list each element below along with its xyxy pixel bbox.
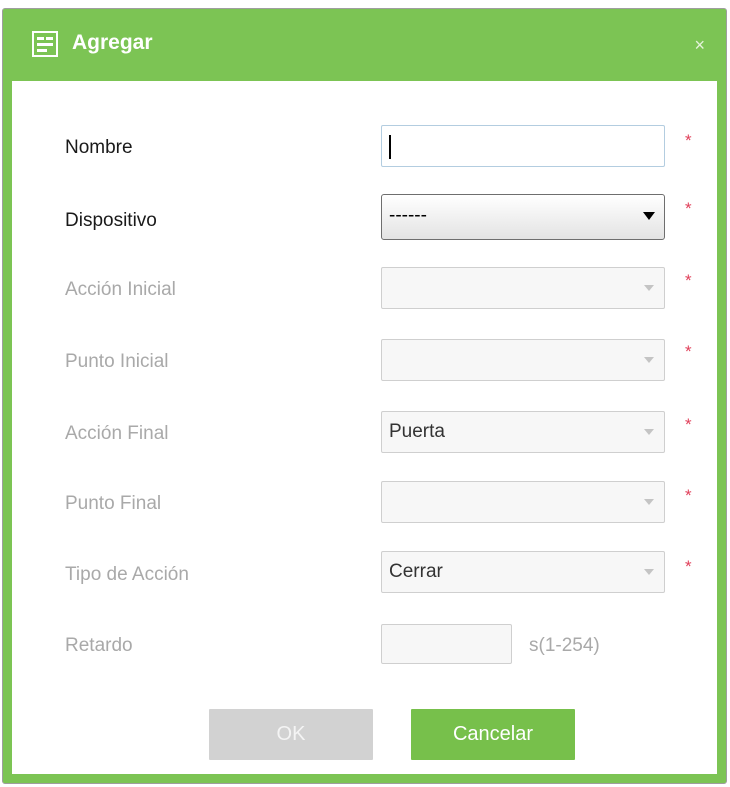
dialog-border-right: [717, 81, 726, 783]
punto-inicial-select[interactable]: [381, 339, 665, 381]
dialog-title: Agregar: [72, 31, 153, 54]
tipo-accion-select[interactable]: Cerrar: [381, 551, 665, 593]
dialog-border-left: [3, 81, 12, 783]
form-icon: [32, 31, 58, 57]
required-mark: *: [685, 415, 692, 434]
label-tipo-accion: Tipo de Acción: [65, 564, 189, 585]
label-accion-final: Acción Final: [65, 423, 169, 444]
required-mark: *: [685, 342, 692, 361]
required-mark: *: [685, 131, 692, 150]
label-dispositivo: Dispositivo: [65, 210, 157, 231]
chevron-down-icon: [644, 429, 654, 435]
ok-button[interactable]: OK: [209, 709, 373, 760]
chevron-down-icon: [644, 357, 654, 363]
label-accion-inicial: Acción Inicial: [65, 279, 176, 300]
required-mark: *: [685, 271, 692, 290]
chevron-down-icon: [644, 285, 654, 291]
add-dialog: Agregar × Nombre * Dispositivo ------ * …: [2, 8, 727, 784]
nombre-field[interactable]: [382, 126, 664, 166]
required-mark: *: [685, 557, 692, 576]
chevron-down-icon: [644, 499, 654, 505]
accion-final-value: Puerta: [389, 421, 445, 442]
cancel-button[interactable]: Cancelar: [411, 709, 575, 760]
chevron-down-icon: [644, 569, 654, 575]
chevron-down-icon: [643, 212, 655, 220]
accion-final-select[interactable]: Puerta: [381, 411, 665, 453]
dialog-body: Nombre * Dispositivo ------ * Acción Ini…: [12, 81, 717, 774]
label-punto-final: Punto Final: [65, 493, 162, 514]
nombre-input[interactable]: [381, 125, 665, 167]
retardo-range-hint: s(1-254): [529, 635, 600, 656]
dialog-titlebar[interactable]: Agregar ×: [3, 9, 726, 81]
tipo-accion-value: Cerrar: [389, 561, 443, 582]
dispositivo-value: ------: [389, 205, 427, 226]
punto-final-select[interactable]: [381, 481, 665, 523]
label-punto-inicial: Punto Inicial: [65, 351, 169, 372]
text-cursor: [389, 135, 391, 159]
label-nombre: Nombre: [65, 137, 133, 158]
accion-inicial-select[interactable]: [381, 267, 665, 309]
required-mark: *: [685, 486, 692, 505]
required-mark: *: [685, 199, 692, 218]
dialog-border-bottom: [3, 774, 726, 783]
dispositivo-select[interactable]: ------: [381, 194, 665, 240]
label-retardo: Retardo: [65, 635, 133, 656]
close-icon[interactable]: ×: [694, 35, 705, 56]
retardo-input[interactable]: [381, 624, 512, 664]
